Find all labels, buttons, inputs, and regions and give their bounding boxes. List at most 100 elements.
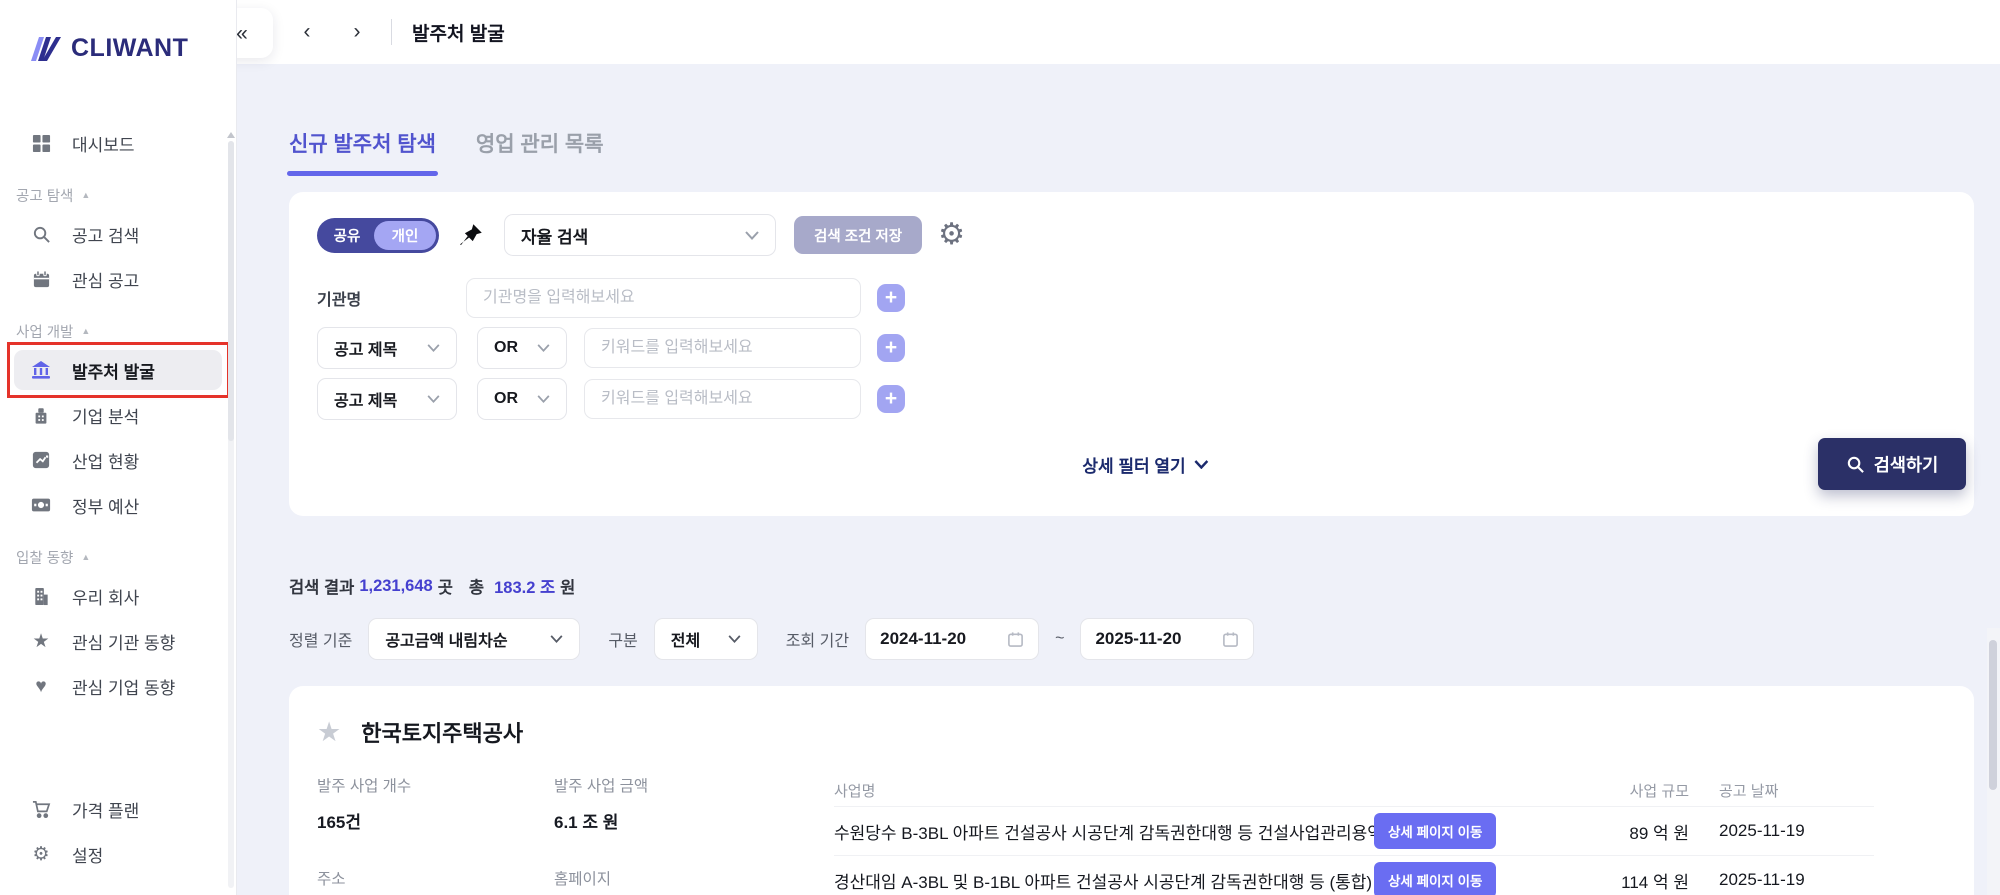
search-settings-gear-icon[interactable]: ⚙ (938, 220, 965, 250)
double-chevron-left-icon: « (236, 21, 248, 45)
history-back-button[interactable]: ‹ (287, 12, 327, 52)
sidebar-item-industry-status[interactable]: 산업 현황 (14, 440, 222, 480)
operator-value: OR (494, 339, 518, 356)
sidebar-item-dashboard[interactable]: 대시보드 (14, 123, 222, 163)
sidebar-item-label: 기업 분석 (72, 407, 140, 427)
toggle-personal-label[interactable]: 개인 (374, 220, 436, 250)
date-to-picker[interactable]: 2025-11-20 (1080, 618, 1255, 660)
sidebar-nav: 대시보드 공고 탐색 ▲ 공고 검색 관심 공고 사업 개발 ▲ 발주처 발굴 … (0, 123, 236, 711)
scroll-up-arrow-icon[interactable] (227, 132, 235, 138)
history-forward-button[interactable]: › (337, 12, 377, 52)
org-name-input[interactable] (466, 278, 861, 318)
company-info-grid: 발주 사업 개수 165건 발주 사업 금액 6.1 조 원 주소 경상남도 진… (317, 774, 834, 895)
type-value: 전체 (670, 633, 701, 650)
sidebar-item-favorite-org-trend[interactable]: ★ 관심 기관 동향 (14, 621, 222, 661)
sort-order-select[interactable]: 공고금액 내림차순 (368, 618, 581, 660)
sidebar-item-settings[interactable]: ⚙ 설정 (14, 834, 222, 874)
add-keyword-condition-button-2[interactable]: + (877, 385, 905, 413)
sidebar-section-announce-explore[interactable]: 공고 탐색 ▲ (0, 182, 236, 208)
main-area: « ‹ › 발주처 발굴 신규 발주처 탐색 영업 관리 목록 공유 개인 자율… (211, 0, 2000, 895)
cart-icon (30, 800, 52, 819)
sidebar-section-bid-trends[interactable]: 입찰 동향 ▲ (0, 544, 236, 570)
sidebar-scrollbar[interactable] (227, 132, 235, 891)
sidebar-scroll-track[interactable] (228, 141, 234, 888)
pin-icon[interactable] (457, 222, 484, 249)
operator-value: OR (494, 390, 518, 407)
bank-icon (30, 360, 52, 380)
company-name: 한국토지주택공사 (361, 721, 524, 746)
sidebar-item-announce-search[interactable]: 공고 검색 (14, 214, 222, 254)
saved-search-value: 자율 검색 (521, 227, 589, 247)
cliwant-logo-icon (31, 36, 61, 61)
search-submit-button[interactable]: 검색하기 (1818, 438, 1966, 490)
total-amount: 183.2 조 (494, 579, 556, 597)
count-unit: 곳 (437, 579, 453, 597)
col-header-name: 사업명 (834, 782, 876, 800)
collapse-up-icon: ▲ (81, 190, 91, 200)
sidebar-item-company-analysis[interactable]: 기업 분석 (14, 395, 222, 435)
range-separator: ~ (1055, 630, 1065, 647)
sidebar-item-our-company[interactable]: 우리 회사 (14, 576, 222, 616)
keyword-operator-select-1[interactable]: OR (477, 327, 567, 369)
result-count: 1,231,648 (359, 576, 433, 595)
sidebar-item-gov-budget[interactable]: 정부 예산 (14, 485, 222, 525)
sidebar-item-label: 가격 플랜 (72, 801, 140, 821)
period-label: 조회 기간 (785, 633, 850, 650)
project-size: 114 억 원 (1621, 872, 1689, 892)
favorite-star-icon[interactable]: ★ (317, 718, 341, 746)
sidebar-item-label: 산업 현황 (72, 452, 140, 472)
add-org-condition-button[interactable]: + (877, 284, 905, 312)
keyword-field-select-2[interactable]: 공고 제목 (317, 378, 457, 420)
app-root: CLIWANT 대시보드 공고 탐색 ▲ 공고 검색 관심 공고 사업 개발 ▲… (0, 0, 2000, 895)
keyword-row-1: 공고 제목 OR + (317, 327, 1974, 369)
summary-label: 검색 결과 (289, 579, 355, 597)
sidebar-scroll-thumb[interactable] (228, 141, 234, 441)
section-label: 입찰 동향 (16, 550, 74, 567)
col-header-date: 공고 날짜 (1719, 782, 1779, 800)
results-summary: 검색 결과 1,231,648 곳 총 183.2 조 원 (289, 574, 2000, 598)
save-search-condition-button[interactable]: 검색 조건 저장 (794, 216, 923, 254)
keyword-operator-select-2[interactable]: OR (477, 378, 567, 420)
search-top-row: 공유 개인 자율 검색 검색 조건 저장 ⚙ (317, 214, 1974, 256)
date-to-value: 2025-11-20 (1095, 629, 1182, 648)
sidebar-item-favorite-announce[interactable]: 관심 공고 (14, 259, 222, 299)
sidebar-item-label: 정부 예산 (72, 497, 140, 517)
sidebar-section-business-dev[interactable]: 사업 개발 ▲ (0, 318, 236, 344)
chevron-down-icon (537, 395, 550, 403)
chevron-down-icon (550, 635, 563, 643)
sort-order-value: 공고금액 내림차순 (385, 633, 508, 650)
project-name: 수원당수 B-3BL 아파트 건설공사 시공단계 감독권한대행 등 건설사업관리… (834, 823, 1374, 843)
saved-search-select[interactable]: 자율 검색 (504, 214, 776, 256)
go-detail-page-button[interactable]: 상세 페이지 이동 (1374, 862, 1497, 895)
info-label: 발주 사업 개수 (317, 778, 412, 795)
keyword-input-2[interactable] (584, 379, 861, 419)
table-row: 경산대임 A-3BL 및 B-1BL 아파트 건설공사 시공단계 감독권한대행 … (834, 855, 1874, 895)
chevron-down-icon (745, 230, 759, 240)
tab-new-client-explore[interactable]: 신규 발주처 탐색 (287, 128, 438, 176)
chevron-down-icon (427, 344, 440, 352)
sidebar-item-label: 발주처 발굴 (72, 362, 155, 382)
keyword-input-1[interactable] (584, 328, 861, 368)
heart-icon: ♥ (35, 675, 47, 697)
total-label: 총 (468, 579, 485, 597)
tab-sales-management-list[interactable]: 영업 관리 목록 (476, 128, 604, 164)
chevron-down-icon (427, 395, 440, 403)
dashboard-icon (30, 134, 52, 153)
detail-filter-toggle[interactable]: 상세 필터 열기 (1082, 452, 1209, 477)
page-scrollbar-thumb[interactable] (1989, 640, 1997, 790)
toggle-shared-label[interactable]: 공유 (320, 225, 374, 246)
info-cell: 홈페이지 www.lh.or.kr (554, 867, 834, 895)
add-keyword-condition-button-1[interactable]: + (877, 334, 905, 362)
date-from-picker[interactable]: 2024-11-20 (865, 618, 1040, 660)
type-select[interactable]: 전체 (653, 618, 758, 660)
keyword-field-select-1[interactable]: 공고 제목 (317, 327, 457, 369)
chevron-down-icon (728, 635, 741, 643)
go-detail-page-button[interactable]: 상세 페이지 이동 (1374, 813, 1497, 849)
star-icon: ★ (32, 630, 50, 652)
sidebar-item-favorite-company-trend[interactable]: ♥ 관심 기업 동향 (14, 666, 222, 706)
detail-filter-label: 상세 필터 열기 (1082, 457, 1186, 476)
sidebar-item-pricing-plan[interactable]: 가격 플랜 (14, 789, 222, 829)
shared-personal-toggle[interactable]: 공유 개인 (317, 217, 439, 253)
sidebar-footer: 가격 플랜 ⚙ 설정 (0, 789, 236, 895)
sidebar-item-client-discovery[interactable]: 발주처 발굴 (7, 342, 230, 398)
